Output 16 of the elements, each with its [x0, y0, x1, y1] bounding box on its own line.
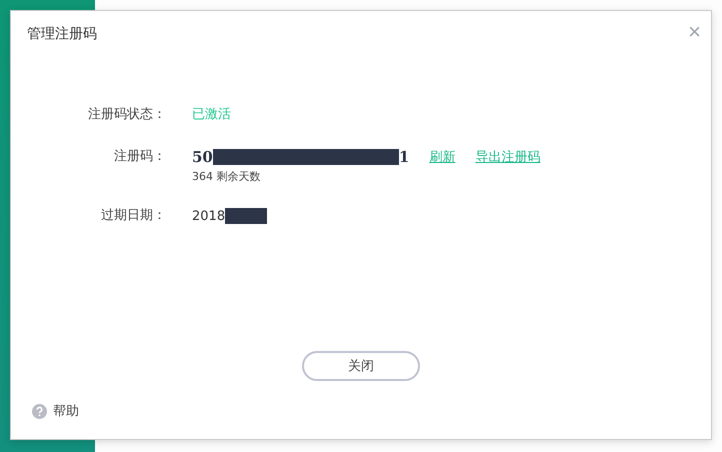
code-prefix: 50: [192, 148, 213, 166]
help-icon[interactable]: [32, 404, 47, 418]
close-dialog-button[interactable]: 关闭: [302, 351, 420, 381]
field-label: 注册码：: [113, 148, 166, 166]
redaction-bar: [225, 208, 268, 224]
close-button[interactable]: ×: [688, 23, 701, 41]
field-label: 注册码状态：: [87, 106, 166, 124]
dialog-title: 管理注册码: [27, 25, 97, 43]
link[interactable]: 导出注册码: [475, 148, 540, 166]
status-value: 已激活: [192, 106, 231, 124]
code-suffix: 1: [398, 148, 410, 166]
link[interactable]: 刷新: [429, 148, 456, 166]
help-link[interactable]: 帮助: [53, 402, 79, 420]
field-label: 过期日期：: [100, 207, 166, 225]
date-prefix: 2018: [192, 208, 226, 224]
days-remaining: 364 剩余天数: [192, 169, 262, 184]
